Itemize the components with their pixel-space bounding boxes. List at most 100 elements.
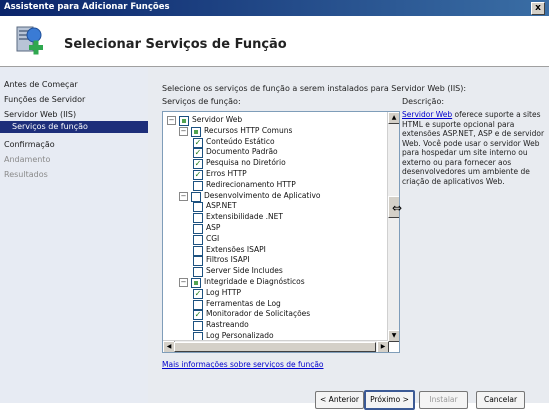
tree-row[interactable]: ✓ Erros HTTP	[163, 169, 383, 180]
button-bar: < Anterior Próximo > Instalar Cancelar	[148, 383, 549, 410]
service-checkbox[interactable]	[193, 321, 203, 332]
service-checkbox[interactable]: ✓	[193, 148, 203, 159]
service-checkbox[interactable]	[193, 224, 203, 234]
scroll-right-arrow-icon[interactable]: ▶	[377, 341, 389, 352]
collapse-toggle-icon[interactable]: −	[179, 191, 188, 201]
server-roles-wizard-icon	[16, 26, 43, 55]
window-title: Assistente para Adicionar Funções	[4, 2, 170, 12]
service-checkbox[interactable]: ✓	[193, 170, 203, 180]
tree-item-label: Log Personalizado	[206, 331, 274, 340]
horizontal-scrollbar[interactable]: ◀ ▶	[163, 340, 389, 352]
nav-step-role-services[interactable]: Serviços de função	[0, 121, 148, 133]
nav-step-confirmation[interactable]: Confirmação	[4, 140, 55, 149]
tree-row[interactable]: Server Side Includes	[163, 266, 383, 278]
tree-row[interactable]: − Desenvolvimento de Aplicativo	[163, 191, 383, 202]
nav-step-before-begin[interactable]: Antes de Começar	[4, 80, 78, 89]
tree-row[interactable]: ✓ Documento Padrão	[163, 147, 383, 159]
services-label: Serviços de função:	[162, 97, 241, 106]
wizard-header: Selecionar Serviços de Função	[0, 16, 549, 67]
description-text: Servidor Web oferece suporte a sites HTM…	[402, 110, 547, 186]
main-panel: Selecione os serviços de função a serem …	[148, 67, 549, 383]
tree-item-label: ASP	[206, 223, 221, 232]
horizontal-scroll-thumb[interactable]	[174, 342, 376, 352]
tree-item-label: Server Side Includes	[206, 266, 283, 276]
tree-item-label: Recursos HTTP Comuns	[204, 125, 293, 135]
tree-row[interactable]: ASP.NET	[163, 201, 383, 213]
service-checkbox[interactable]: ✓	[193, 159, 203, 170]
install-button: Instalar	[419, 391, 468, 409]
tree-item-label: Rastreando	[206, 320, 249, 330]
title-bar: Assistente para Adicionar Funções x	[0, 0, 549, 16]
nav-step-progress: Andamento	[4, 155, 51, 164]
scroll-up-arrow-icon[interactable]: ▲	[388, 112, 399, 124]
tree-row[interactable]: ✓ Conteúdo Estático	[163, 137, 383, 148]
service-checkbox[interactable]: ✓	[193, 288, 203, 299]
cancel-button[interactable]: Cancelar	[476, 391, 525, 409]
instruction-text: Selecione os serviços de função a serem …	[162, 84, 467, 93]
tree-row[interactable]: CGI	[163, 234, 383, 245]
more-info-link[interactable]: Mais informações sobre serviços de funçã…	[162, 360, 324, 369]
tree-row[interactable]: − Servidor Web	[163, 115, 383, 126]
service-checkbox[interactable]	[179, 116, 189, 126]
nav-step-results: Resultados	[4, 170, 48, 179]
service-checkbox[interactable]	[193, 213, 203, 224]
tree-row[interactable]: Ferramentas de Log	[163, 299, 383, 310]
vertical-scrollbar[interactable]: ▲ ▼	[387, 112, 399, 342]
collapse-toggle-icon[interactable]: −	[167, 116, 176, 125]
next-button[interactable]: Próximo >	[364, 390, 415, 410]
mouse-cursor-icon: ⇔	[392, 201, 403, 215]
tree-row[interactable]: ✓ Monitorador de Solicitações	[163, 309, 383, 321]
tree-item-label: Desenvolvimento de Aplicativo	[204, 190, 321, 200]
role-services-tree[interactable]: − Servidor Web − Recursos HTTP Comuns ✓ Conte…	[162, 111, 400, 353]
tree-item-label: Extensões ISAPI	[206, 244, 266, 254]
service-checkbox[interactable]	[193, 256, 203, 267]
service-checkbox[interactable]	[191, 191, 201, 202]
service-checkbox[interactable]	[191, 278, 201, 288]
service-checkbox[interactable]	[193, 180, 203, 191]
tree-item-label: Pesquisa no Diretório	[206, 158, 286, 168]
nav-step-role-services-label: Serviços de função	[12, 122, 88, 131]
tree-item-label: Monitorador de Solicitações	[206, 309, 311, 319]
tree-row[interactable]: ✓ Pesquisa no Diretório	[163, 158, 383, 170]
service-checkbox[interactable]	[191, 126, 201, 137]
tree-item-label: Redirecionamento HTTP	[206, 179, 296, 189]
description-label: Descrição:	[402, 97, 445, 106]
scroll-down-arrow-icon[interactable]: ▼	[388, 330, 399, 342]
previous-button[interactable]: < Anterior	[315, 391, 364, 409]
close-button[interactable]: x	[531, 2, 545, 15]
tree-row[interactable]: Extensibilidade .NET	[163, 212, 383, 224]
collapse-toggle-icon[interactable]: −	[179, 126, 188, 136]
tree-row[interactable]: ASP	[163, 223, 383, 234]
tree-item-label: Servidor Web	[192, 115, 243, 124]
tree-row[interactable]: ✓ Log HTTP	[163, 288, 383, 299]
tree-row[interactable]: − Recursos HTTP Comuns	[163, 126, 383, 137]
service-checkbox[interactable]: ✓	[193, 310, 203, 321]
service-checkbox[interactable]	[193, 299, 203, 310]
description-body: oferece suporte a sites HTML e suporte o…	[402, 110, 545, 186]
service-checkbox[interactable]	[193, 202, 203, 213]
service-checkbox[interactable]	[193, 267, 203, 278]
tree-item-label: Integridade e Diagnósticos	[204, 277, 305, 286]
tree-item-label: Ferramentas de Log	[206, 298, 281, 308]
tree-item-label: Log HTTP	[206, 287, 241, 297]
service-checkbox[interactable]: ✓	[193, 137, 203, 148]
tree-item-label: Filtros ISAPI	[206, 255, 250, 265]
tree-item-label: CGI	[206, 233, 220, 243]
tree-row[interactable]: − Integridade e Diagnósticos	[163, 277, 383, 288]
tree-item-label: Extensibilidade .NET	[206, 212, 283, 222]
tree-row[interactable]: Filtros ISAPI	[163, 255, 383, 267]
tree-row[interactable]: Rastreando	[163, 320, 383, 332]
service-checkbox[interactable]	[193, 245, 203, 256]
service-checkbox[interactable]	[193, 234, 203, 245]
collapse-toggle-icon[interactable]: −	[179, 278, 188, 287]
tree-row[interactable]: Extensões ISAPI	[163, 245, 383, 256]
nav-step-web-server[interactable]: Servidor Web (IIS)	[4, 110, 76, 119]
description-link[interactable]: Servidor Web	[402, 110, 452, 119]
tree-item-label: Documento Padrão	[206, 147, 278, 157]
tree-row[interactable]: Redirecionamento HTTP	[163, 180, 383, 191]
page-title: Selecionar Serviços de Função	[64, 37, 287, 52]
nav-step-server-roles[interactable]: Funções de Servidor	[4, 95, 85, 104]
tree-item-label: Conteúdo Estático	[206, 136, 275, 146]
wizard-steps-nav: Antes de Começar Funções de Servidor Ser…	[0, 67, 148, 403]
tree-item-label: ASP.NET	[206, 201, 237, 211]
